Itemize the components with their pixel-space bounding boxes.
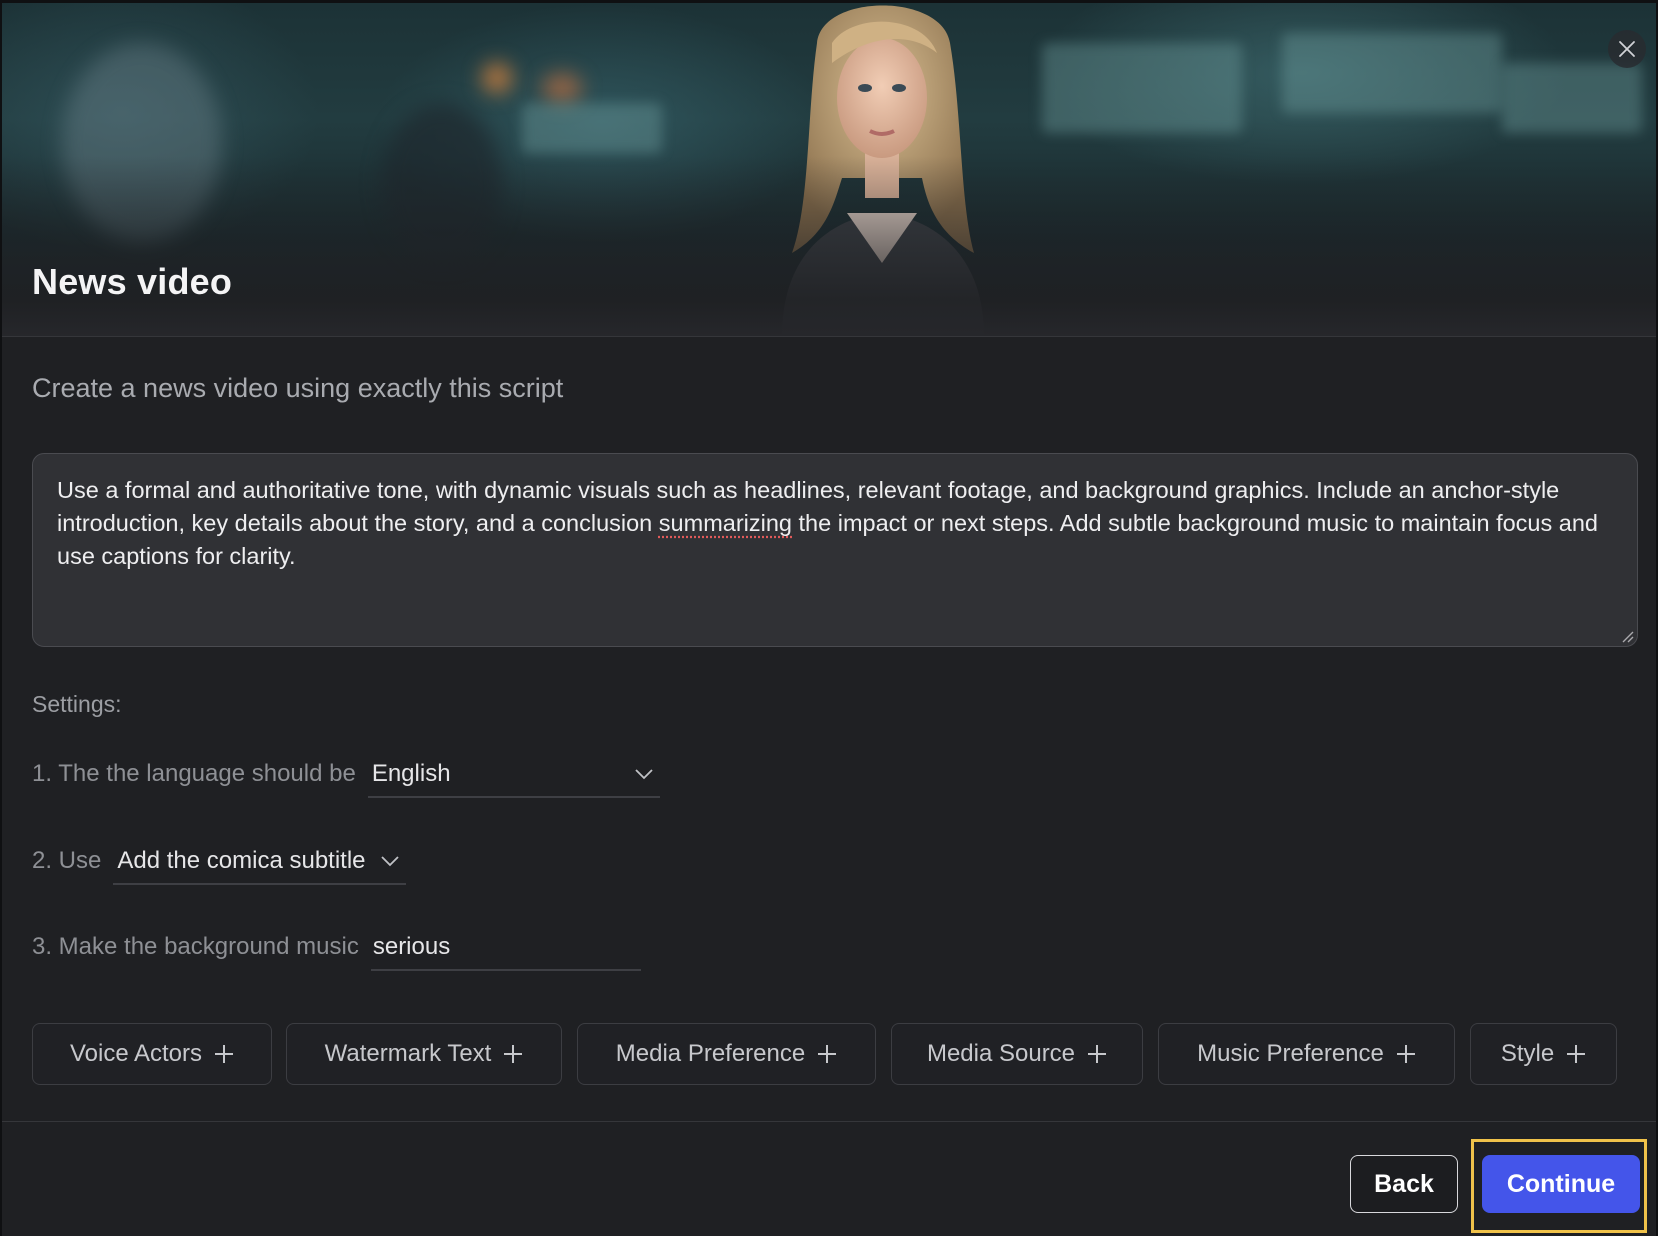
plus-icon: [1396, 1045, 1415, 1063]
back-button[interactable]: Back: [1350, 1155, 1458, 1213]
language-setting-label: 1. The the language should be: [32, 760, 356, 787]
chevron-down-icon: [380, 856, 399, 867]
close-icon: [1619, 41, 1635, 57]
chip-label: Media Source: [926, 1040, 1076, 1067]
add-music-preference-button[interactable]: Music Preference: [1158, 1023, 1455, 1085]
chevron-down-icon: [635, 769, 653, 780]
resize-grip-icon[interactable]: [1620, 629, 1634, 643]
plus-icon: [818, 1045, 837, 1063]
plus-icon: [1088, 1045, 1107, 1063]
footer-divider: [2, 1121, 1656, 1122]
chip-label: Watermark Text: [324, 1040, 492, 1067]
close-button[interactable]: [1608, 30, 1646, 68]
dialog-subtitle: Create a news video using exactly this s…: [32, 373, 564, 403]
subtitle-setting-label: 2. Use: [32, 847, 102, 874]
subtitle-setting-row: 2. Use Add the comica subtitle: [32, 847, 406, 885]
news-video-dialog: News video Create a news video using exa…: [2, 3, 1656, 1236]
spellcheck-word: summarizing: [658, 510, 792, 536]
chip-label: Style: [1500, 1040, 1555, 1067]
add-style-button[interactable]: Style: [1470, 1023, 1617, 1085]
language-select-value: English: [371, 760, 451, 787]
add-watermark-text-button[interactable]: Watermark Text: [286, 1023, 562, 1085]
add-media-source-button[interactable]: Media Source: [891, 1023, 1143, 1085]
chip-label: Media Preference: [615, 1040, 806, 1067]
add-media-preference-button[interactable]: Media Preference: [577, 1023, 876, 1085]
language-select[interactable]: English: [367, 760, 660, 798]
plus-icon: [504, 1045, 523, 1063]
settings-label: Settings:: [32, 691, 122, 717]
music-mood-input[interactable]: serious: [370, 933, 641, 971]
plus-icon: [215, 1045, 234, 1063]
add-voice-actors-button[interactable]: Voice Actors: [32, 1023, 272, 1085]
music-setting-row: 3. Make the background music serious: [32, 933, 641, 971]
hero-divider: [2, 336, 1656, 337]
chip-label: Music Preference: [1197, 1040, 1384, 1067]
hero-banner: News video: [2, 3, 1656, 336]
plus-icon: [1567, 1045, 1586, 1063]
language-setting-row: 1. The the language should be English: [32, 760, 660, 798]
subtitle-select-value: Add the comica subtitle: [117, 847, 366, 874]
continue-button[interactable]: Continue: [1482, 1155, 1640, 1213]
chip-label: Voice Actors: [69, 1040, 203, 1067]
music-setting-label: 3. Make the background music: [32, 933, 359, 960]
subtitle-select[interactable]: Add the comica subtitle: [113, 847, 406, 885]
dialog-title: News video: [32, 261, 233, 302]
script-textarea[interactable]: Use a formal and authoritative tone, wit…: [32, 453, 1638, 647]
